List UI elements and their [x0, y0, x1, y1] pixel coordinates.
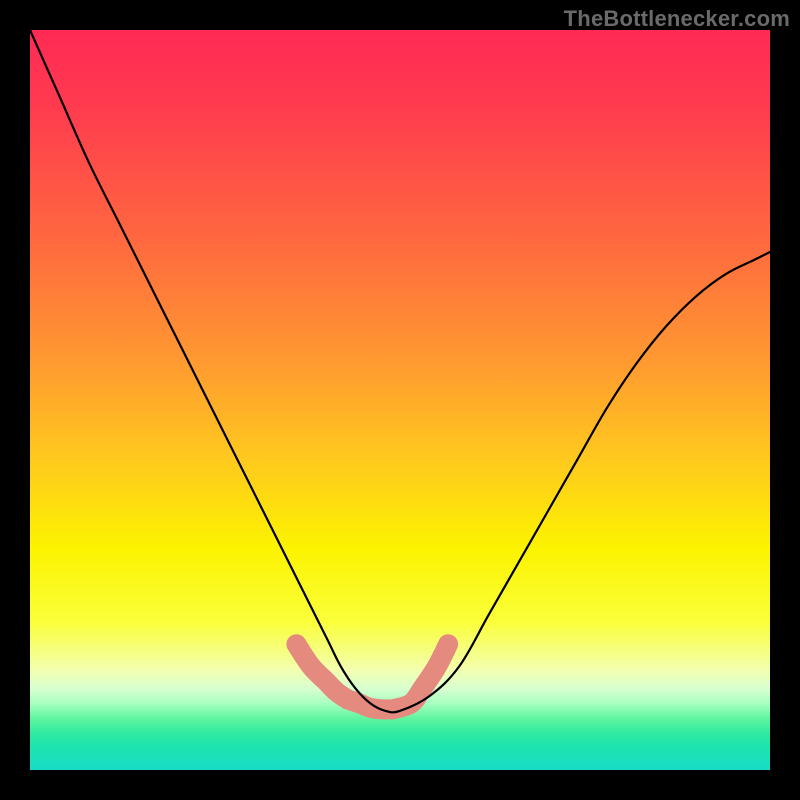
- chart-svg: [30, 30, 770, 770]
- plot-area: [30, 30, 770, 770]
- chart-frame: TheBottlenecker.com: [0, 0, 800, 800]
- bottleneck-curve: [30, 30, 770, 712]
- watermark-text: TheBottlenecker.com: [564, 6, 790, 32]
- marker-right-segment: [393, 644, 449, 709]
- marker-left-segment: [296, 644, 348, 700]
